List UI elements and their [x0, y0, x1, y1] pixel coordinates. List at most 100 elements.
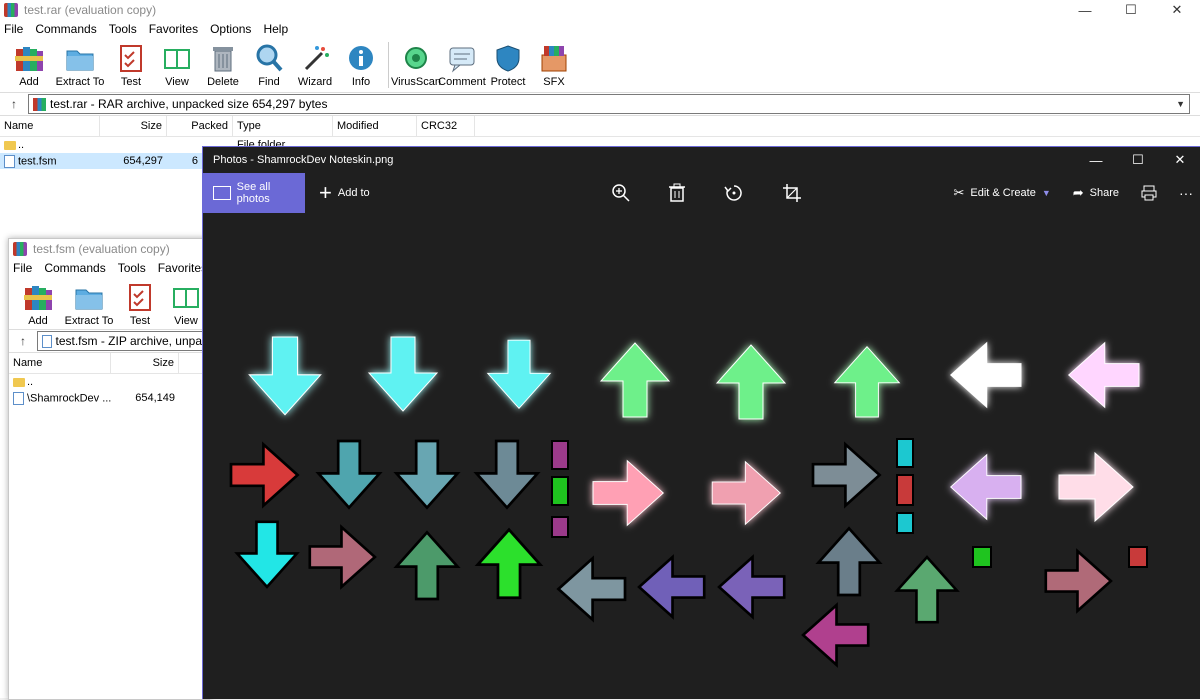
noteskin-arrow — [637, 555, 706, 619]
address-field[interactable]: test.fsm - ZIP archive, unpac — [37, 331, 209, 351]
wand-icon — [299, 42, 331, 74]
menu-bar: File Commands Tools Favorites Op — [9, 259, 209, 277]
noteskin-arrow — [895, 555, 959, 624]
address-bar: ↑ test.rar - RAR archive, unpacked size … — [0, 93, 1200, 116]
image-canvas — [203, 213, 1200, 699]
noteskin-arrow — [557, 557, 627, 621]
winrar-inner-window: test.fsm (evaluation copy) File Commands… — [8, 238, 210, 700]
share-button[interactable]: ➦ Share — [1073, 185, 1119, 201]
address-field[interactable]: test.rar - RAR archive, unpacked size 65… — [28, 94, 1190, 114]
noteskin-block — [1128, 546, 1148, 568]
noteskin-arrow — [716, 344, 786, 420]
photos-toolbar: See all photos + Add to ✂ Edit & Create … — [203, 173, 1200, 213]
edit-scissors-icon: ✂ — [953, 185, 965, 200]
title-bar: test.rar (evaluation copy) — ☐ ✕ — [0, 0, 1200, 20]
col-size[interactable]: Size — [111, 353, 179, 373]
menu-tools[interactable]: Tools — [109, 22, 137, 36]
menu-file[interactable]: File — [4, 22, 23, 36]
add-button[interactable]: Add — [15, 277, 61, 327]
noteskin-block — [896, 438, 914, 468]
print-icon[interactable] — [1141, 185, 1157, 201]
noteskin-arrow — [308, 525, 377, 589]
col-packed[interactable]: Packed — [167, 116, 233, 136]
column-header: Name Size Packed Type Modified CRC32 — [0, 116, 1200, 137]
add-to-button[interactable]: + Add to — [319, 182, 370, 204]
delete-trash-icon[interactable] — [665, 173, 689, 213]
protect-button[interactable]: Protect — [485, 38, 531, 88]
minimize-button[interactable]: — — [1075, 147, 1117, 173]
col-modified[interactable]: Modified — [333, 116, 417, 136]
window-title: Photos - ShamrockDev Noteskin.png — [213, 154, 394, 166]
sfx-button[interactable]: SFX — [531, 38, 577, 88]
menu-help[interactable]: Help — [263, 22, 288, 36]
menu-tools[interactable]: Tools — [118, 261, 146, 275]
test-button[interactable]: Test — [108, 38, 154, 88]
chevron-down-icon[interactable]: ▼ — [1176, 99, 1185, 109]
virusscan-button[interactable]: VirusScan — [391, 38, 441, 88]
table-row[interactable]: .. — [9, 374, 209, 390]
noteskin-arrow — [1058, 452, 1134, 522]
noteskin-arrow — [229, 443, 299, 507]
comment-button[interactable]: Comment — [438, 38, 486, 88]
up-arrow-icon[interactable]: ↑ — [0, 97, 28, 111]
add-button[interactable]: Add — [6, 38, 52, 88]
noteskin-block — [551, 440, 569, 470]
col-name[interactable]: Name — [0, 116, 100, 136]
menu-favorites[interactable]: Favorites — [149, 22, 198, 36]
noteskin-block — [551, 476, 569, 506]
more-options-button[interactable]: ··· — [1179, 185, 1193, 201]
winrar-app-icon — [13, 242, 27, 256]
test-button[interactable]: Test — [117, 277, 163, 327]
zoom-in-icon[interactable] — [609, 173, 633, 213]
see-all-photos-button[interactable]: See all photos — [203, 173, 305, 213]
file-icon — [4, 154, 15, 168]
col-crc32[interactable]: CRC32 — [417, 116, 475, 136]
noteskin-arrow — [717, 555, 786, 619]
find-button[interactable]: Find — [246, 38, 292, 88]
rar-file-icon — [33, 97, 46, 111]
maximize-button[interactable]: ☐ — [1117, 147, 1159, 173]
noteskin-arrow — [817, 527, 881, 597]
close-button[interactable]: ✕ — [1154, 0, 1200, 20]
add-books-icon — [22, 281, 54, 313]
view-button[interactable]: View — [154, 38, 200, 88]
noteskin-arrow — [600, 342, 670, 418]
minimize-button[interactable]: — — [1062, 0, 1108, 20]
close-button[interactable]: ✕ — [1159, 147, 1200, 173]
col-type[interactable]: Type — [233, 116, 333, 136]
menu-commands[interactable]: Commands — [44, 261, 105, 275]
delete-button[interactable]: Delete — [200, 38, 246, 88]
png-file-icon — [13, 391, 24, 405]
extract-to-button[interactable]: Extract To — [61, 277, 117, 327]
plus-icon: + — [319, 180, 332, 205]
col-name[interactable]: Name — [9, 353, 111, 373]
wizard-button[interactable]: Wizard — [292, 38, 338, 88]
toolbar-separator — [388, 42, 389, 88]
folder-icon — [13, 377, 25, 387]
window-title: test.fsm (evaluation copy) — [33, 242, 170, 256]
extract-to-button[interactable]: Extract To — [52, 38, 108, 88]
table-row[interactable]: test.fsm 654,297 6 — [0, 153, 202, 169]
chevron-down-icon: ▼ — [1041, 188, 1051, 198]
menu-file[interactable]: File — [13, 261, 32, 275]
menu-favorites[interactable]: Favorites — [158, 261, 207, 275]
noteskin-block — [896, 474, 914, 506]
menu-options[interactable]: Options — [210, 22, 251, 36]
maximize-button[interactable]: ☐ — [1108, 0, 1154, 20]
noteskin-arrow — [801, 603, 870, 667]
noteskin-arrow — [487, 339, 551, 409]
noteskin-arrow — [950, 454, 1022, 520]
noteskin-block — [896, 512, 914, 534]
info-button[interactable]: Info — [338, 38, 384, 88]
edit-create-button[interactable]: ✂ Edit & Create ▼ — [953, 185, 1050, 201]
shield-icon — [492, 42, 524, 74]
rotate-icon[interactable] — [722, 173, 746, 213]
crop-icon[interactable] — [780, 173, 804, 213]
winrar-app-icon — [4, 3, 18, 17]
noteskin-arrow — [395, 439, 459, 509]
menu-commands[interactable]: Commands — [35, 22, 96, 36]
col-size[interactable]: Size — [100, 116, 167, 136]
table-row[interactable]: \ShamrockDev ... 654,149 — [9, 390, 209, 406]
up-arrow-icon[interactable]: ↑ — [9, 334, 37, 348]
address-bar: ↑ test.fsm - ZIP archive, unpac — [9, 330, 209, 353]
